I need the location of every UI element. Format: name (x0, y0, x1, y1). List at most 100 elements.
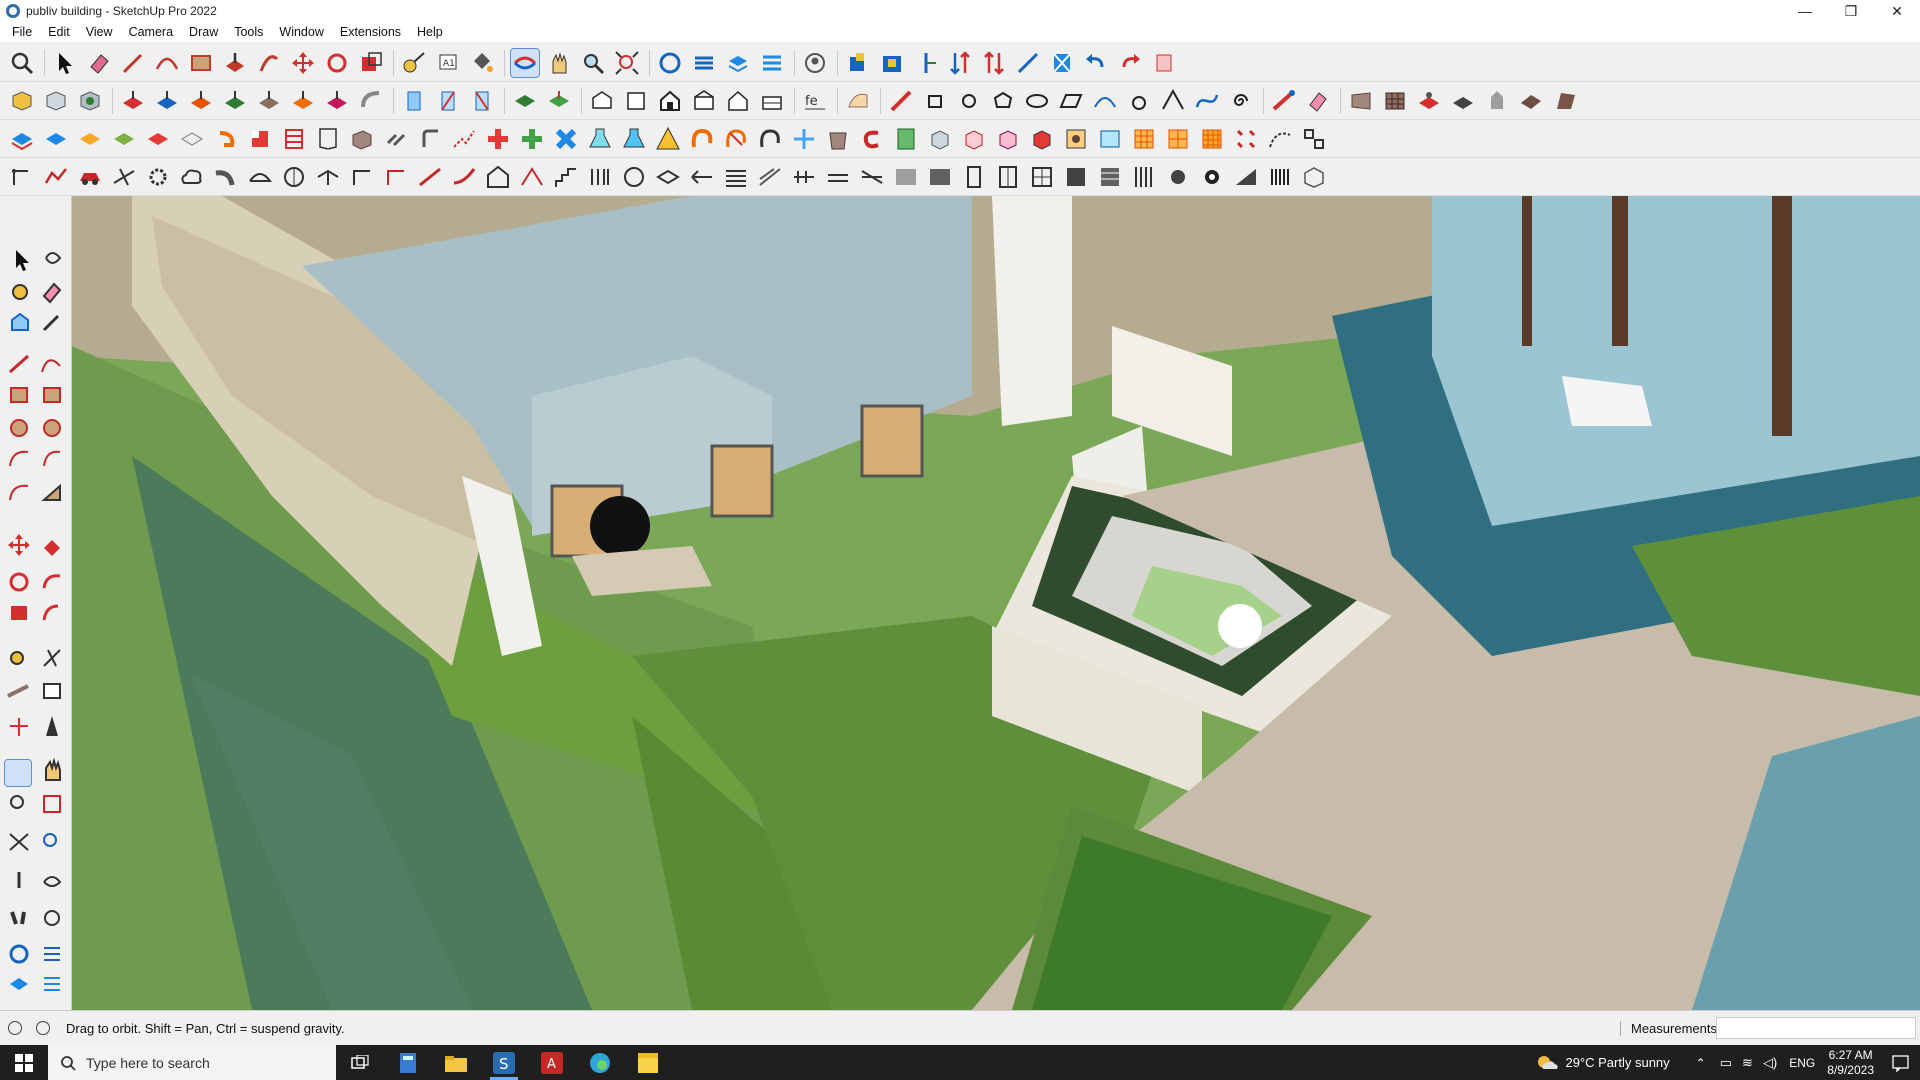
curve-dots-icon[interactable] (1266, 125, 1294, 153)
grid-orange-icon[interactable] (1130, 125, 1158, 153)
material-brick-icon[interactable] (1347, 87, 1375, 115)
warning-icon[interactable] (654, 125, 682, 153)
loop-red-icon[interactable] (858, 125, 886, 153)
louvres-icon[interactable] (722, 163, 750, 191)
rotate-tool-icon[interactable] (323, 49, 351, 77)
view-left-icon[interactable] (758, 87, 786, 115)
undo-icon[interactable] (1082, 49, 1110, 77)
house-frame-icon[interactable] (484, 163, 512, 191)
soften-edges-icon[interactable] (844, 87, 872, 115)
grid-box-icon[interactable] (280, 125, 308, 153)
drape-icon[interactable] (255, 87, 283, 115)
wood-icon[interactable] (348, 125, 376, 153)
stamp-icon[interactable] (221, 87, 249, 115)
sketchup-taskbar-icon[interactable]: S (480, 1045, 528, 1080)
spiral-tool-icon[interactable] (1227, 87, 1255, 115)
follow-me-icon[interactable] (357, 87, 385, 115)
undo-orange-icon[interactable] (212, 125, 240, 153)
menu-extensions[interactable]: Extensions (332, 25, 409, 39)
calculator-icon[interactable] (384, 1045, 432, 1080)
move-tool-icon[interactable] (289, 49, 317, 77)
redo-icon[interactable] (1116, 49, 1144, 77)
eraser-tool-icon[interactable] (85, 49, 113, 77)
menu-view[interactable]: View (78, 25, 121, 39)
pipe-icon[interactable] (212, 163, 240, 191)
tape-measure-tool-icon[interactable] (400, 49, 428, 77)
path-red-icon[interactable] (450, 125, 478, 153)
box-tan-icon[interactable] (824, 125, 852, 153)
weather-text[interactable]: 29°C Partly sunny (1565, 1055, 1669, 1070)
corner-line-icon[interactable] (348, 163, 376, 191)
gear-icon[interactable] (144, 163, 172, 191)
text-tool-icon[interactable]: A1 (434, 49, 462, 77)
make-group-icon[interactable] (878, 49, 906, 77)
hatch-icon[interactable] (1062, 163, 1090, 191)
menu-draw[interactable]: Draw (181, 25, 226, 39)
acrobat-icon[interactable]: A (528, 1045, 576, 1080)
curve-red-icon[interactable] (450, 163, 478, 191)
input-language[interactable]: ENG (1789, 1056, 1815, 1070)
account-icon[interactable] (801, 49, 829, 77)
shape-circle-icon[interactable] (955, 87, 983, 115)
wall-dark-icon[interactable] (926, 163, 954, 191)
sandbox-from-scratch-icon[interactable] (153, 87, 181, 115)
arc-orange-icon[interactable] (688, 125, 716, 153)
window-frame-icon[interactable] (1028, 163, 1056, 191)
dimension-icon[interactable] (1014, 49, 1042, 77)
solid-tools-icon[interactable] (1150, 49, 1178, 77)
box-view-shaded-icon[interactable] (76, 87, 104, 115)
clock[interactable]: 6:27 AM 8/9/2023 (1827, 1048, 1874, 1078)
line-red-icon[interactable] (416, 163, 444, 191)
hatch2-icon[interactable] (1096, 163, 1124, 191)
plus-red-icon[interactable] (484, 125, 512, 153)
wall-icon[interactable] (892, 163, 920, 191)
arc-orange2-icon[interactable] (722, 125, 750, 153)
flask2-icon[interactable] (620, 125, 648, 153)
grid-select-icon[interactable] (1300, 125, 1328, 153)
show-hidden-icons-icon[interactable]: ⌃ (1696, 1056, 1706, 1070)
extrude-red-icon[interactable] (1270, 87, 1298, 115)
orbit-tool-icon[interactable] (510, 47, 540, 78)
start-button[interactable] (0, 1045, 48, 1080)
edge-tool-icon[interactable] (110, 163, 138, 191)
texture-tool5-icon[interactable] (1551, 87, 1579, 115)
plus-green-icon[interactable] (518, 125, 546, 153)
pattern-icon[interactable] (1062, 125, 1090, 153)
close-button[interactable]: ✕ (1874, 0, 1920, 22)
fence-icon[interactable] (1232, 163, 1260, 191)
red-square-icon[interactable] (246, 125, 274, 153)
material-grid-icon[interactable] (1381, 87, 1409, 115)
box-view-xray-icon[interactable] (42, 87, 70, 115)
styles-dropdown-icon[interactable]: fe (801, 87, 829, 115)
arc-tool-icon[interactable] (153, 49, 181, 77)
texture-tool4-icon[interactable] (1517, 87, 1545, 115)
view-front-icon[interactable] (656, 87, 684, 115)
shape-parallelogram-icon[interactable] (1057, 87, 1085, 115)
search-icon[interactable] (8, 49, 36, 77)
edge-browser-icon[interactable] (576, 1045, 624, 1080)
taskbar-search-box[interactable]: Type here to search (48, 1045, 336, 1080)
texture-tool-icon[interactable] (1415, 87, 1443, 115)
make-component-icon[interactable] (844, 49, 872, 77)
smoove-icon[interactable] (187, 87, 215, 115)
flask-icon[interactable] (586, 125, 614, 153)
layout-icon[interactable] (724, 49, 752, 77)
sandbox-from-contours-icon[interactable] (119, 87, 147, 115)
meet-now-icon[interactable]: ▭ (1720, 1055, 1732, 1071)
rail3-icon[interactable] (858, 163, 886, 191)
cross-blue-icon[interactable] (552, 125, 580, 153)
stairs-icon[interactable] (552, 163, 580, 191)
menu-tools[interactable]: Tools (226, 25, 271, 39)
sticky-notes-icon[interactable] (624, 1045, 672, 1080)
extension-manager-icon[interactable] (758, 49, 786, 77)
cube-outline-icon[interactable] (1300, 163, 1328, 191)
texture-tool3-icon[interactable] (1483, 87, 1511, 115)
layer-blue-icon[interactable] (8, 125, 36, 153)
layer-red-icon[interactable] (144, 125, 172, 153)
move-blue-icon[interactable] (790, 125, 818, 153)
menu-camera[interactable]: Camera (121, 25, 181, 39)
section-display-icon[interactable] (434, 87, 462, 115)
extension-warehouse-icon[interactable] (690, 49, 718, 77)
offset-tool-icon[interactable] (255, 49, 283, 77)
zoom-tool-icon[interactable] (579, 49, 607, 77)
